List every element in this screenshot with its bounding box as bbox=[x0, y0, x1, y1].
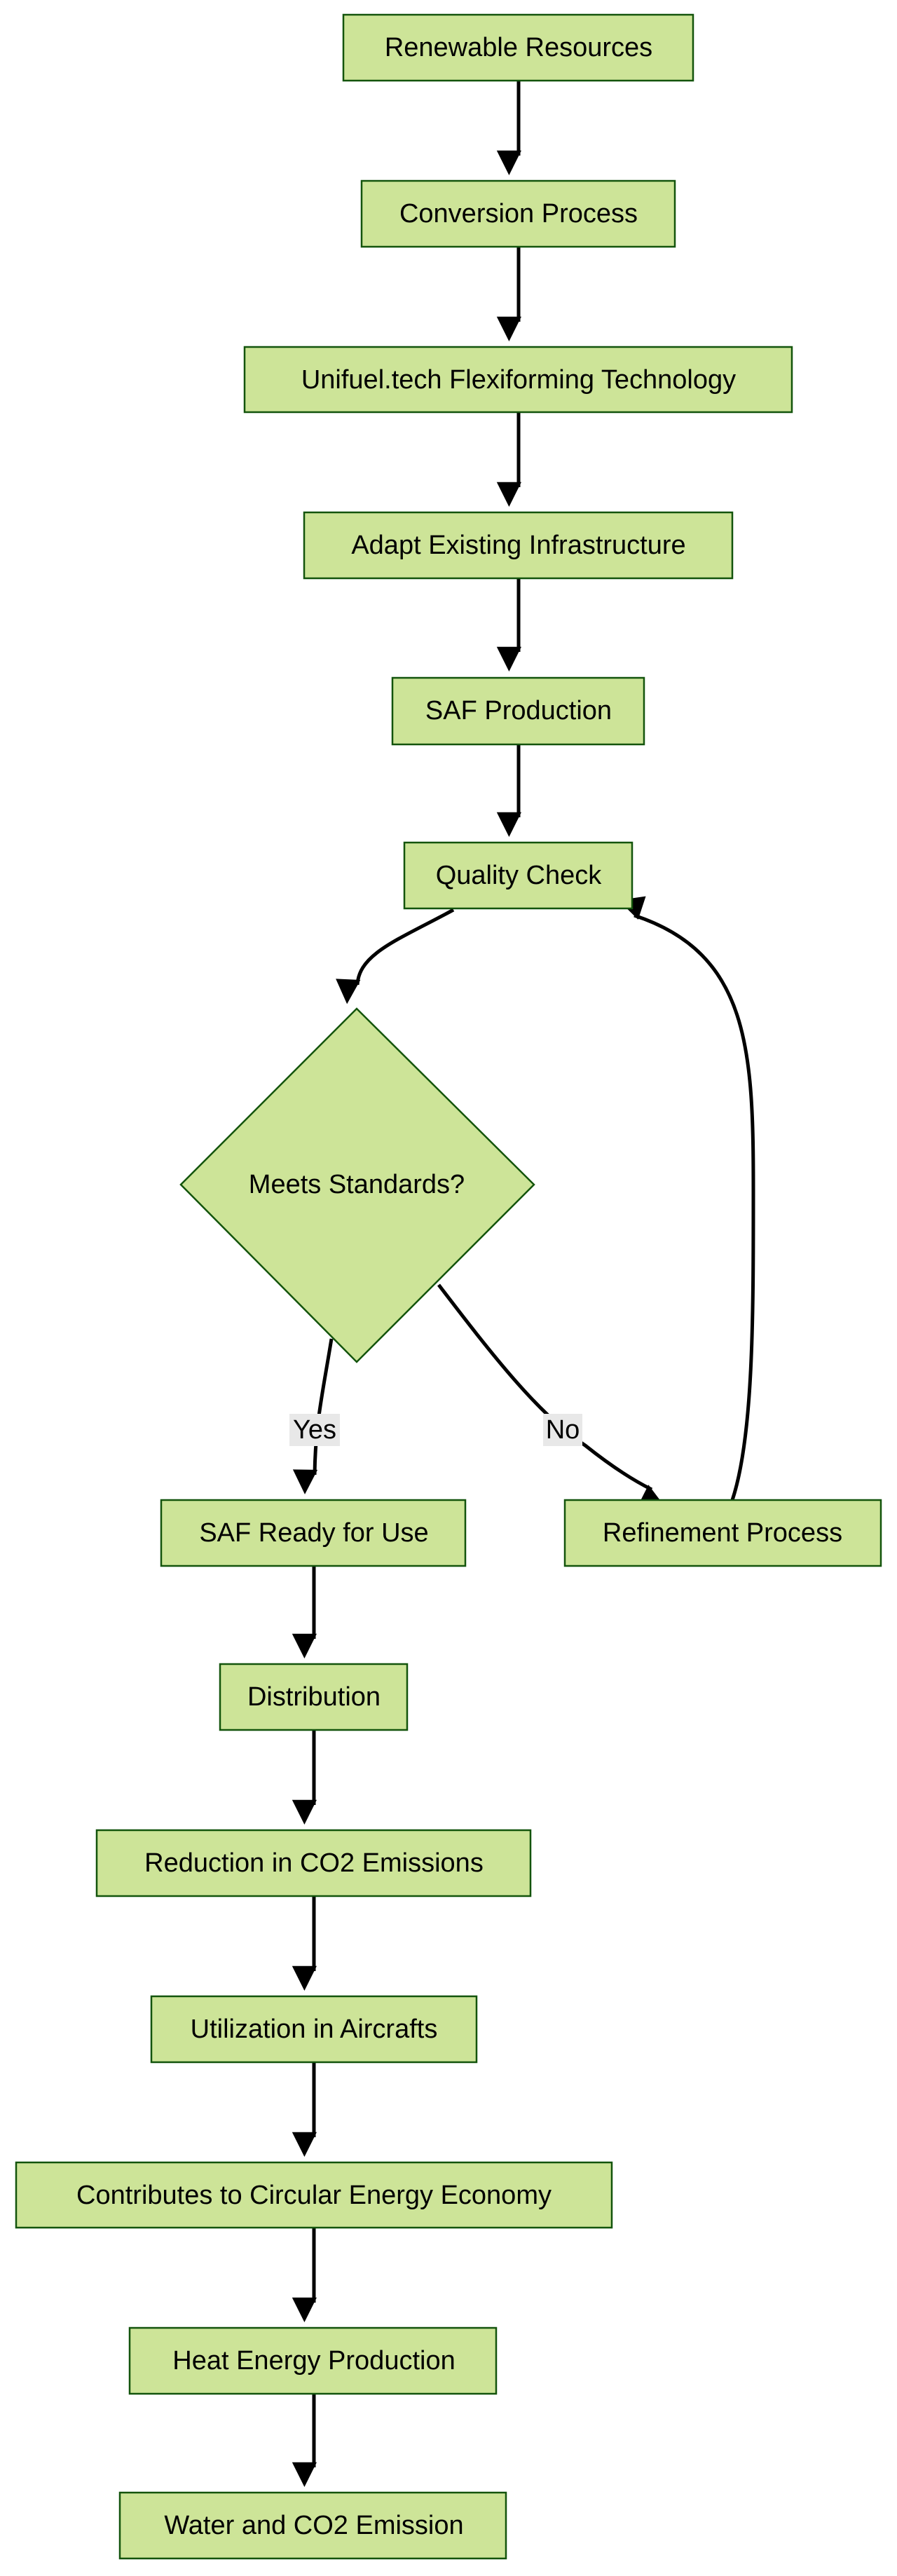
svg-text:SAF Production: SAF Production bbox=[425, 696, 612, 725]
svg-text:Distribution: Distribution bbox=[247, 1682, 381, 1712]
edge-label-no: No bbox=[543, 1414, 582, 1446]
svg-text:Conversion Process: Conversion Process bbox=[399, 199, 638, 229]
node-saf-ready: SAF Ready for Use bbox=[160, 1499, 467, 1567]
edge-quality-meets bbox=[336, 908, 455, 1004]
node-co2-reduction: Reduction in CO2 Emissions bbox=[95, 1829, 532, 1897]
node-adapt-infrastructure: Adapt Existing Infrastructure bbox=[303, 511, 734, 580]
node-circular-energy: Contributes to Circular Energy Economy bbox=[15, 2161, 613, 2229]
svg-text:Meets Standards?: Meets Standards? bbox=[249, 1170, 465, 1199]
node-utilization-aircrafts: Utilization in Aircrafts bbox=[150, 1995, 478, 2064]
node-conversion-process: Conversion Process bbox=[360, 179, 676, 248]
svg-text:Yes: Yes bbox=[293, 1415, 336, 1445]
node-meets-standards: Meets Standards? bbox=[179, 1007, 535, 1363]
edge-label-yes: Yes bbox=[289, 1414, 340, 1446]
svg-text:Unifuel.tech Flexiforming Tech: Unifuel.tech Flexiforming Technology bbox=[301, 365, 736, 395]
svg-text:No: No bbox=[546, 1415, 580, 1445]
flowchart: Yes No Renewable Resources Conversion Pr… bbox=[15, 13, 882, 2560]
node-saf-production: SAF Production bbox=[391, 676, 645, 746]
edge-meets-safready bbox=[292, 1338, 334, 1494]
svg-text:Water and CO2 Emission: Water and CO2 Emission bbox=[164, 2511, 463, 2540]
node-distribution: Distribution bbox=[219, 1663, 409, 1731]
node-quality-check: Quality Check bbox=[403, 841, 634, 910]
svg-text:Contributes to Circular Energy: Contributes to Circular Energy Economy bbox=[76, 2181, 552, 2210]
svg-text:Utilization in Aircrafts: Utilization in Aircrafts bbox=[191, 2015, 438, 2044]
svg-text:Quality Check: Quality Check bbox=[436, 861, 603, 890]
svg-text:Heat Energy Production: Heat Energy Production bbox=[172, 2346, 455, 2376]
node-renewable-resources: Renewable Resources bbox=[342, 13, 694, 82]
node-water-co2-emission: Water and CO2 Emission bbox=[118, 2491, 507, 2560]
node-unifuel-flexiforming: Unifuel.tech Flexiforming Technology bbox=[243, 346, 793, 414]
svg-text:SAF Ready for Use: SAF Ready for Use bbox=[199, 1518, 428, 1548]
node-refinement-process: Refinement Process bbox=[563, 1499, 882, 1567]
svg-text:Renewable Resources: Renewable Resources bbox=[385, 33, 652, 62]
node-heat-energy: Heat Energy Production bbox=[128, 2326, 498, 2395]
svg-text:Reduction in CO2 Emissions: Reduction in CO2 Emissions bbox=[144, 1848, 484, 1878]
edge-refinement-quality bbox=[618, 896, 755, 1501]
svg-text:Refinement Process: Refinement Process bbox=[603, 1518, 842, 1548]
edge-meets-refinement bbox=[437, 1283, 665, 1507]
svg-text:Adapt Existing Infrastructure: Adapt Existing Infrastructure bbox=[351, 531, 685, 560]
